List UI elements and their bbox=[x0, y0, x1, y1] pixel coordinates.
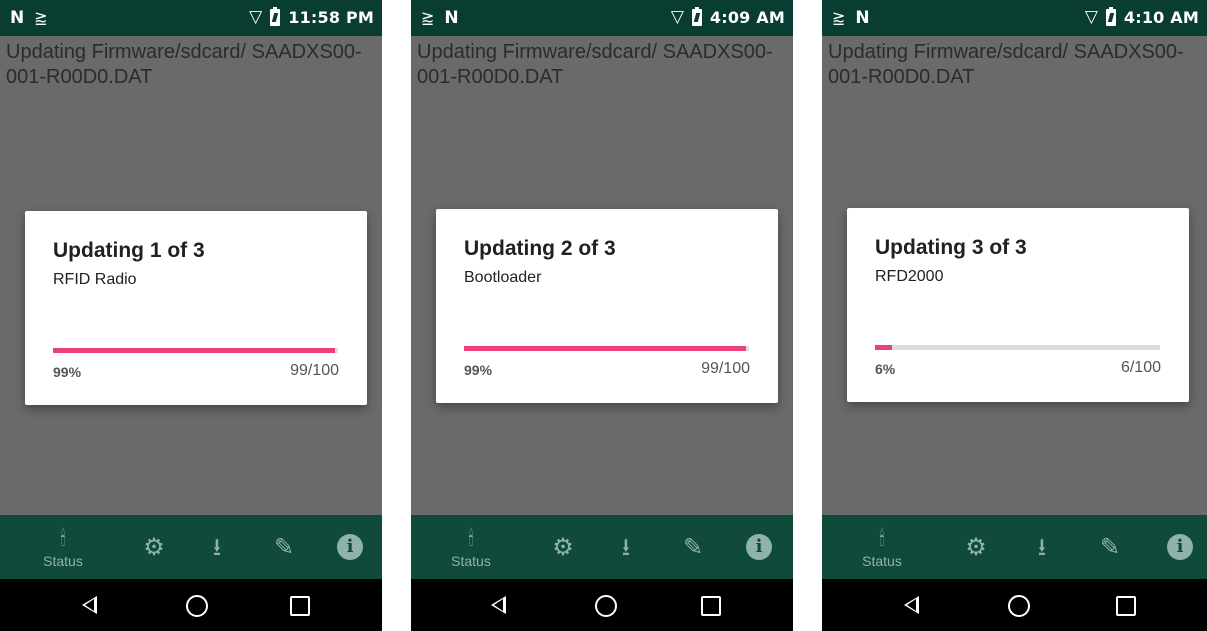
status-time: 4:09 AM bbox=[709, 7, 785, 27]
progress-bar-fill bbox=[875, 345, 893, 350]
nav-status-label: Status bbox=[451, 553, 491, 569]
update-progress-dialog: Updating 3 of 3 RFD2000 6% 6/100 bbox=[847, 208, 1189, 402]
rfid-reader-icon: 🕯 bbox=[60, 526, 66, 550]
rfid-reader-icon: 🕯 bbox=[879, 526, 885, 550]
nfc-icon: N bbox=[444, 8, 459, 28]
recents-icon[interactable] bbox=[1116, 596, 1136, 616]
gear-icon: ⚙ bbox=[965, 533, 987, 561]
system-nav-bar bbox=[0, 579, 382, 631]
home-icon[interactable] bbox=[186, 595, 208, 617]
nav-firmware[interactable]: ⭳ bbox=[596, 515, 656, 579]
status-time: 4:10 AM bbox=[1123, 7, 1199, 27]
progress-bar bbox=[53, 348, 338, 353]
nav-firmware[interactable]: ⭳ bbox=[1012, 515, 1072, 579]
progress-percent: 99% bbox=[53, 364, 82, 380]
firmware-update-path: Updating Firmware/sdcard/ SAADXS00-001-R… bbox=[828, 41, 1184, 88]
battery-charging-icon bbox=[691, 6, 702, 26]
status-time: 11:58 PM bbox=[288, 7, 374, 27]
wifi-icon: ▽ bbox=[670, 7, 684, 27]
nav-edit[interactable]: ✎ bbox=[1080, 515, 1140, 579]
nav-status[interactable]: 🕯 Status bbox=[852, 515, 912, 579]
phone-screen-2: ⪎ N ▽ 4:09 AM Updating Firmware/sdcard/ … bbox=[411, 0, 793, 631]
progress-bar bbox=[875, 345, 1160, 350]
nav-firmware[interactable]: ⭳ bbox=[187, 515, 247, 579]
home-icon[interactable] bbox=[1008, 595, 1030, 617]
download-chip-icon: ⭳ bbox=[212, 533, 222, 561]
progress-count: 99/100 bbox=[290, 362, 339, 379]
dialog-title: Updating 1 of 3 bbox=[53, 239, 205, 262]
edit-icon: ✎ bbox=[273, 533, 295, 561]
nav-edit[interactable]: ✎ bbox=[663, 515, 723, 579]
gear-icon: ⚙ bbox=[143, 533, 165, 561]
status-bar: ⪎ N ▽ 4:10 AM bbox=[822, 0, 1207, 36]
info-icon: i bbox=[337, 534, 363, 560]
dialog-title: Updating 2 of 3 bbox=[464, 237, 616, 260]
nfc-icon: N bbox=[855, 8, 870, 28]
dialog-subtitle: RFD2000 bbox=[875, 268, 944, 285]
nav-status[interactable]: 🕯 Status bbox=[33, 515, 93, 579]
cast-icon: ⪎ bbox=[34, 8, 48, 27]
recents-icon[interactable] bbox=[701, 596, 721, 616]
bottom-nav: 🕯 Status ⚙ ⭳ ✎ i bbox=[822, 515, 1207, 579]
status-bar: N ⪎ ▽ 11:58 PM bbox=[0, 0, 382, 36]
info-icon: i bbox=[746, 534, 772, 560]
wifi-icon: ▽ bbox=[249, 7, 263, 27]
cast-icon: ⪎ bbox=[832, 8, 846, 27]
download-chip-icon: ⭳ bbox=[1037, 533, 1047, 561]
update-progress-dialog: Updating 1 of 3 RFID Radio 99% 99/100 bbox=[25, 211, 367, 405]
home-icon[interactable] bbox=[595, 595, 617, 617]
system-nav-bar bbox=[822, 579, 1207, 631]
nav-edit[interactable]: ✎ bbox=[254, 515, 314, 579]
status-bar: ⪎ N ▽ 4:09 AM bbox=[411, 0, 793, 36]
dialog-title: Updating 3 of 3 bbox=[875, 236, 1027, 259]
back-icon[interactable] bbox=[491, 596, 506, 614]
battery-charging-icon bbox=[1105, 6, 1116, 26]
nav-settings[interactable]: ⚙ bbox=[533, 515, 593, 579]
update-progress-dialog: Updating 2 of 3 Bootloader 99% 99/100 bbox=[436, 209, 778, 403]
progress-count: 6/100 bbox=[1120, 359, 1161, 376]
download-chip-icon: ⭳ bbox=[621, 533, 631, 561]
progress-bar bbox=[464, 346, 749, 351]
nav-settings[interactable]: ⚙ bbox=[946, 515, 1006, 579]
info-icon: i bbox=[1167, 534, 1193, 560]
phone-screen-1: N ⪎ ▽ 11:58 PM Updating Firmware/sdcard/… bbox=[0, 0, 382, 631]
nav-status-label: Status bbox=[43, 553, 83, 569]
gear-icon: ⚙ bbox=[552, 533, 574, 561]
nfc-icon: N bbox=[10, 8, 25, 28]
nav-status[interactable]: 🕯 Status bbox=[441, 515, 501, 579]
wifi-icon: ▽ bbox=[1084, 7, 1098, 27]
system-nav-bar bbox=[411, 579, 793, 631]
progress-count: 99/100 bbox=[701, 360, 750, 377]
back-icon[interactable] bbox=[82, 596, 97, 614]
nav-status-label: Status bbox=[862, 553, 902, 569]
nav-info[interactable]: i bbox=[729, 515, 789, 579]
dialog-subtitle: RFID Radio bbox=[53, 271, 137, 288]
progress-percent: 6% bbox=[875, 361, 896, 377]
progress-percent: 99% bbox=[464, 362, 493, 378]
progress-bar-fill bbox=[53, 348, 336, 353]
nav-info[interactable]: i bbox=[1150, 515, 1207, 579]
recents-icon[interactable] bbox=[290, 596, 310, 616]
firmware-update-path: Updating Firmware/sdcard/ SAADXS00-001-R… bbox=[417, 41, 773, 88]
cast-icon: ⪎ bbox=[421, 8, 435, 27]
phone-screen-3: ⪎ N ▽ 4:10 AM Updating Firmware/sdcard/ … bbox=[822, 0, 1207, 631]
back-icon[interactable] bbox=[904, 596, 919, 614]
edit-icon: ✎ bbox=[1099, 533, 1121, 561]
edit-icon: ✎ bbox=[682, 533, 704, 561]
battery-charging-icon bbox=[270, 6, 281, 26]
nav-info[interactable]: i bbox=[320, 515, 380, 579]
firmware-update-path: Updating Firmware/sdcard/ SAADXS00-001-R… bbox=[6, 41, 362, 88]
bottom-nav: 🕯 Status ⚙ ⭳ ✎ i bbox=[0, 515, 382, 579]
bottom-nav: 🕯 Status ⚙ ⭳ ✎ i bbox=[411, 515, 793, 579]
rfid-reader-icon: 🕯 bbox=[468, 526, 474, 550]
dialog-subtitle: Bootloader bbox=[464, 269, 542, 286]
progress-bar-fill bbox=[464, 346, 747, 351]
nav-settings[interactable]: ⚙ bbox=[124, 515, 184, 579]
